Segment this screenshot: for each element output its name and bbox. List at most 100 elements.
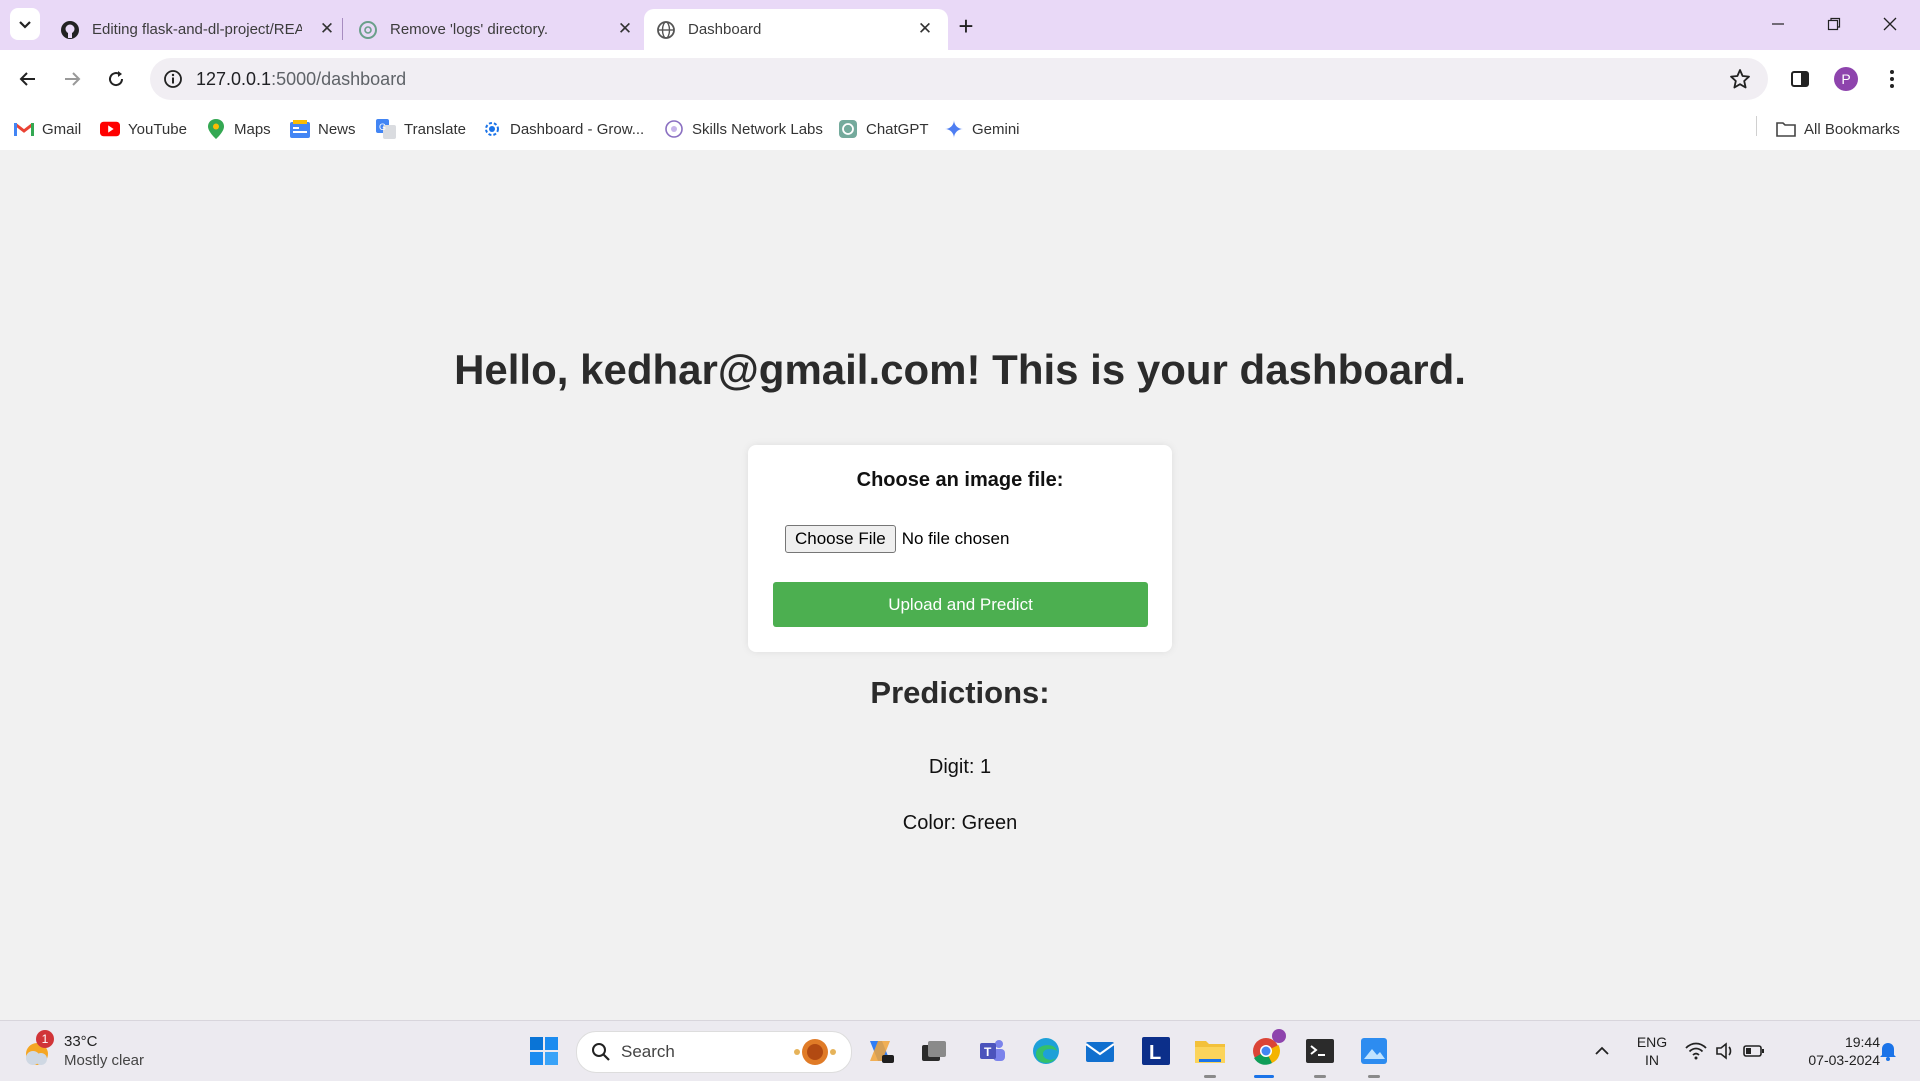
close-icon[interactable]: ✕	[916, 19, 934, 38]
show-hidden-icons-button[interactable]	[1584, 1033, 1620, 1069]
taskbar-search[interactable]: Search	[576, 1031, 852, 1073]
notifications-button[interactable]	[1870, 1033, 1906, 1069]
bookmark-maps[interactable]: Maps	[206, 116, 271, 142]
terminal-button[interactable]	[1302, 1033, 1338, 1069]
bookmark-skills-network[interactable]: Skills Network Labs	[664, 116, 823, 142]
bookmark-youtube[interactable]: YouTube	[100, 116, 187, 142]
bookmark-gemini[interactable]: Gemini	[944, 116, 1020, 142]
bookmark-star-icon[interactable]	[1728, 67, 1752, 91]
start-button[interactable]	[526, 1033, 562, 1069]
clock[interactable]: 19:44 07-03-2024	[1780, 1033, 1880, 1069]
url-host: 127.0.0.1	[196, 69, 272, 89]
running-indicator	[1314, 1075, 1326, 1078]
profile-button[interactable]: P	[1828, 61, 1864, 97]
task-view-icon	[922, 1041, 946, 1061]
copilot-button[interactable]	[862, 1033, 898, 1069]
close-window-button[interactable]	[1864, 6, 1916, 42]
weather-widget[interactable]: 1 33°C Mostly clear	[20, 1029, 144, 1073]
prediction-digit: Digit: 1	[928, 756, 992, 778]
tab-search-button[interactable]	[10, 8, 40, 40]
system-tray-status[interactable]	[1680, 1033, 1770, 1069]
choose-file-button[interactable]: Choose File	[785, 525, 896, 553]
edge-icon	[1033, 1038, 1059, 1064]
tab-chatgpt[interactable]: Remove 'logs' directory. ✕	[346, 9, 648, 50]
side-panel-button[interactable]	[1782, 61, 1818, 97]
running-indicator	[1368, 1075, 1380, 1078]
maps-icon	[206, 119, 226, 139]
chevron-down-icon	[19, 21, 31, 29]
bookmark-label: News	[318, 120, 356, 138]
wifi-icon	[1685, 1042, 1707, 1060]
svg-text:T: T	[984, 1045, 992, 1059]
restore-button[interactable]	[1808, 6, 1860, 42]
bookmarks-bar: Gmail YouTube Maps News G Translate Dash…	[0, 108, 1920, 150]
file-input[interactable]: Choose File No file chosen	[785, 525, 1009, 553]
bell-icon	[1880, 1043, 1896, 1061]
notification-badge: 1	[36, 1030, 54, 1048]
new-tab-button[interactable]: +	[950, 10, 982, 42]
weather-condition: Mostly clear	[64, 1052, 145, 1069]
upload-and-predict-button[interactable]: Upload and Predict	[773, 582, 1148, 627]
bookmark-news[interactable]: News	[290, 116, 356, 142]
taskbar: 1 33°C Mostly clear Search T L ENG IN 19…	[0, 1020, 1920, 1081]
skills-network-icon	[664, 119, 684, 139]
svg-text:G: G	[379, 122, 386, 132]
site-info-icon[interactable]	[162, 68, 184, 90]
task-view-button[interactable]	[916, 1033, 952, 1069]
forward-button[interactable]	[54, 61, 90, 97]
tab-strip: Editing flask-and-dl-project/README.md ✕…	[0, 0, 1920, 50]
volume-icon	[1716, 1042, 1732, 1060]
close-icon[interactable]: ✕	[616, 19, 634, 38]
chrome-button[interactable]	[1248, 1029, 1286, 1069]
menu-button[interactable]	[1874, 61, 1910, 97]
url-text[interactable]: 127.0.0.1:5000/dashboard	[196, 69, 406, 90]
svg-text:L: L	[1149, 1042, 1161, 1064]
teams-icon: T	[980, 1040, 1005, 1061]
browser-toolbar: 127.0.0.1:5000/dashboard P	[0, 50, 1920, 108]
bookmark-gmail[interactable]: Gmail	[14, 116, 81, 142]
learning-app-button[interactable]: L	[1138, 1033, 1174, 1069]
globe-icon	[656, 20, 676, 40]
news-icon	[290, 119, 310, 139]
page-content: Hello, kedhar@gmail.com! This is your da…	[0, 150, 1920, 1020]
prediction-color: Color: Green	[902, 812, 1018, 834]
teams-button[interactable]: T	[974, 1033, 1010, 1069]
side-panel-icon	[1791, 71, 1809, 87]
close-icon[interactable]: ✕	[318, 19, 336, 38]
folder-icon	[1195, 1041, 1225, 1063]
language-indicator[interactable]: ENG IN	[1632, 1033, 1672, 1069]
file-explorer-button[interactable]	[1192, 1033, 1228, 1069]
gemini-icon	[944, 119, 964, 139]
tab-separator	[342, 18, 343, 40]
translate-icon: G	[376, 119, 396, 139]
bookmark-dashboard-grow[interactable]: Dashboard - Grow...	[482, 116, 644, 142]
all-bookmarks-button[interactable]: All Bookmarks	[1776, 116, 1900, 142]
chevron-up-icon	[1595, 1046, 1609, 1055]
youtube-icon	[100, 119, 120, 139]
gmail-icon	[14, 119, 34, 139]
minimize-button[interactable]	[1752, 6, 1804, 42]
photos-icon	[1361, 1038, 1387, 1064]
back-button[interactable]	[10, 61, 46, 97]
bookmark-chatgpt[interactable]: ChatGPT	[838, 116, 929, 142]
reload-button[interactable]	[98, 61, 134, 97]
windows-icon	[530, 1037, 558, 1065]
restore-icon	[1827, 17, 1841, 31]
bookmark-label: Maps	[234, 120, 271, 138]
mail-button[interactable]	[1082, 1033, 1118, 1069]
clock-time: 19:44	[1844, 1034, 1880, 1050]
more-vert-icon	[1890, 70, 1894, 88]
avatar: P	[1834, 67, 1858, 91]
clock-date: 07-03-2024	[1808, 1052, 1880, 1068]
terminal-icon	[1306, 1039, 1334, 1063]
tab-title: Remove 'logs' directory.	[390, 21, 549, 38]
tab-github[interactable]: Editing flask-and-dl-project/README.md ✕	[48, 9, 350, 50]
search-label: Search	[621, 1042, 675, 1061]
chatgpt-icon	[358, 20, 378, 40]
address-bar[interactable]: 127.0.0.1:5000/dashboard	[150, 58, 1768, 100]
photos-button[interactable]	[1356, 1033, 1392, 1069]
weather-temperature: 33°C	[64, 1033, 98, 1050]
edge-button[interactable]	[1028, 1033, 1064, 1069]
tab-dashboard[interactable]: Dashboard ✕	[644, 9, 948, 50]
bookmark-translate[interactable]: G Translate	[376, 116, 466, 142]
